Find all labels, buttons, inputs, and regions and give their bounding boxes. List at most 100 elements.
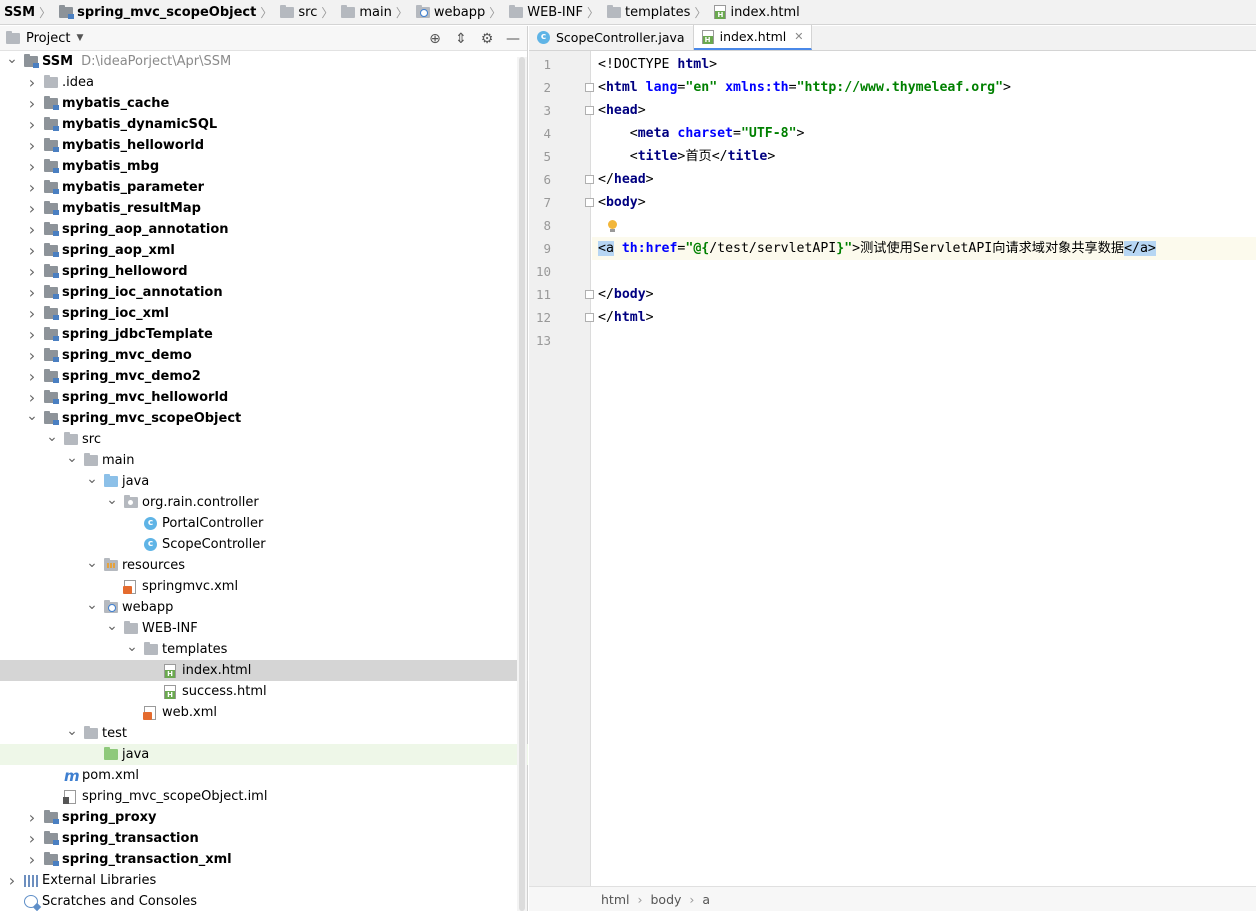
structure-crumb[interactable]: body: [650, 892, 681, 907]
chevron-right-icon[interactable]: ›: [26, 94, 38, 113]
chevron-down-icon[interactable]: ▼: [76, 33, 83, 43]
structure-crumb[interactable]: html: [601, 892, 629, 907]
tree-item[interactable]: › spring_mvc_demo2: [0, 366, 528, 387]
tree-item[interactable]: › mybatis_mbg: [0, 156, 528, 177]
tree-item[interactable]: › mybatis_cache: [0, 93, 528, 114]
tree-item[interactable]: › spring_helloword: [0, 261, 528, 282]
tree-item[interactable]: ⌄ java: [0, 471, 528, 492]
tree-item[interactable]: › External Libraries: [0, 870, 528, 891]
editor-tab[interactable]: c ScopeController.java: [529, 25, 694, 50]
breadcrumb-item[interactable]: 〉 WEB-INF: [485, 0, 583, 24]
tree-item[interactable]: › spring_jdbcTemplate: [0, 324, 528, 345]
chevron-right-icon[interactable]: ›: [26, 283, 38, 302]
code-line[interactable]: <body>: [592, 191, 1256, 214]
project-scrollbar[interactable]: [517, 57, 527, 911]
tree-item[interactable]: › mybatis_resultMap: [0, 198, 528, 219]
chevron-down-icon[interactable]: ⌄: [86, 556, 98, 570]
chevron-right-icon[interactable]: ›: [26, 157, 38, 176]
chevron-right-icon[interactable]: ›: [26, 808, 38, 827]
breadcrumb-item[interactable]: 〉 main: [317, 0, 392, 24]
tree-item[interactable]: › spring_ioc_annotation: [0, 282, 528, 303]
tree-item[interactable]: › mybatis_parameter: [0, 177, 528, 198]
tree-item[interactable]: › spring_transaction_xml: [0, 849, 528, 870]
tree-item[interactable]: › spring_ioc_xml: [0, 303, 528, 324]
breadcrumb-item[interactable]: 〉 index.html: [690, 0, 799, 24]
scrollbar-thumb[interactable]: [519, 57, 525, 911]
code-line[interactable]: <meta charset="UTF-8">: [592, 122, 1256, 145]
chevron-right-icon[interactable]: ›: [26, 115, 38, 134]
chevron-right-icon[interactable]: ›: [26, 241, 38, 260]
chevron-right-icon[interactable]: ›: [26, 850, 38, 869]
tree-item[interactable]: › spring_mvc_demo: [0, 345, 528, 366]
breadcrumb-item[interactable]: 〉 templates: [583, 0, 690, 24]
code-line[interactable]: <head>: [592, 99, 1256, 122]
chevron-right-icon[interactable]: ›: [6, 871, 18, 890]
chevron-down-icon[interactable]: ⌄: [26, 409, 38, 423]
chevron-right-icon[interactable]: ›: [26, 220, 38, 239]
chevron-down-icon[interactable]: ⌄: [46, 430, 58, 444]
code-line[interactable]: [592, 260, 1256, 283]
code-line[interactable]: </html>: [592, 306, 1256, 329]
structure-crumb[interactable]: a: [702, 892, 710, 907]
code-line[interactable]: <a th:href="@{/test/servletAPI}">测试使用Ser…: [592, 237, 1256, 260]
chevron-right-icon[interactable]: ›: [26, 388, 38, 407]
tree-item[interactable]: ⌄ WEB-INF: [0, 618, 528, 639]
chevron-down-icon[interactable]: ⌄: [86, 472, 98, 486]
code-line[interactable]: <title>首页</title>: [592, 145, 1256, 168]
chevron-down-icon[interactable]: ⌄: [6, 52, 18, 66]
breadcrumb-item[interactable]: 〉 webapp: [392, 0, 485, 24]
tree-item[interactable]: › mybatis_dynamicSQL: [0, 114, 528, 135]
chevron-right-icon[interactable]: ›: [26, 367, 38, 386]
tree-item[interactable]: › mybatis_helloworld: [0, 135, 528, 156]
tree-item[interactable]: ⌄ webapp: [0, 597, 528, 618]
chevron-right-icon[interactable]: ›: [26, 73, 38, 92]
tree-item[interactable]: c ScopeController: [0, 534, 528, 555]
tree-item[interactable]: ⌄ resources: [0, 555, 528, 576]
chevron-down-icon[interactable]: ⌄: [126, 640, 138, 654]
lightbulb-icon[interactable]: [607, 220, 617, 232]
tree-item[interactable]: ⌄ SSM D:\ideaPorject\Apr\SSM: [0, 51, 528, 72]
tree-item[interactable]: ⌄ spring_mvc_scopeObject: [0, 408, 528, 429]
chevron-down-icon[interactable]: ⌄: [66, 451, 78, 465]
code-line[interactable]: [592, 329, 1256, 352]
tree-item[interactable]: success.html: [0, 681, 528, 702]
tree-item[interactable]: › spring_proxy: [0, 807, 528, 828]
chevron-right-icon[interactable]: ›: [26, 304, 38, 323]
tree-item[interactable]: › spring_aop_annotation: [0, 219, 528, 240]
chevron-down-icon[interactable]: ⌄: [106, 619, 118, 633]
collapse-all-icon[interactable]: ⇕: [453, 31, 469, 47]
chevron-right-icon[interactable]: ›: [26, 262, 38, 281]
chevron-down-icon[interactable]: ⌄: [106, 493, 118, 507]
code-line[interactable]: <!DOCTYPE html>: [592, 53, 1256, 76]
tree-item[interactable]: Scratches and Consoles: [0, 891, 528, 911]
tree-item[interactable]: web.xml: [0, 702, 528, 723]
tree-item[interactable]: spring_mvc_scopeObject.iml: [0, 786, 528, 807]
chevron-right-icon[interactable]: ›: [26, 136, 38, 155]
chevron-right-icon[interactable]: ›: [26, 199, 38, 218]
tree-item[interactable]: ⌄ org.rain.controller: [0, 492, 528, 513]
gear-icon[interactable]: ⚙: [479, 31, 495, 47]
tree-item[interactable]: springmvc.xml: [0, 576, 528, 597]
tree-item[interactable]: index.html: [0, 660, 528, 681]
minimize-icon[interactable]: —: [505, 31, 521, 47]
chevron-down-icon[interactable]: ⌄: [86, 598, 98, 612]
tree-item[interactable]: › .idea: [0, 72, 528, 93]
locate-icon[interactable]: ⊕: [427, 31, 443, 47]
chevron-right-icon[interactable]: ›: [26, 346, 38, 365]
tree-item[interactable]: m pom.xml: [0, 765, 528, 786]
tree-item[interactable]: › spring_transaction: [0, 828, 528, 849]
code-line[interactable]: [592, 214, 1256, 237]
chevron-right-icon[interactable]: ›: [26, 178, 38, 197]
chevron-right-icon[interactable]: ›: [26, 829, 38, 848]
code-line[interactable]: </body>: [592, 283, 1256, 306]
breadcrumb-item[interactable]: 〉 src: [256, 0, 317, 24]
breadcrumb-item[interactable]: SSM: [2, 0, 35, 24]
close-icon[interactable]: ✕: [794, 30, 803, 43]
tree-item[interactable]: ⌄ templates: [0, 639, 528, 660]
code-area[interactable]: <!DOCTYPE html> <html lang="en" xmlns:th=…: [592, 51, 1256, 886]
tree-item[interactable]: ⌄ main: [0, 450, 528, 471]
tree-item[interactable]: ⌄ test: [0, 723, 528, 744]
tree-item[interactable]: c PortalController: [0, 513, 528, 534]
tree-item[interactable]: › spring_aop_xml: [0, 240, 528, 261]
tree-item[interactable]: java: [0, 744, 528, 765]
